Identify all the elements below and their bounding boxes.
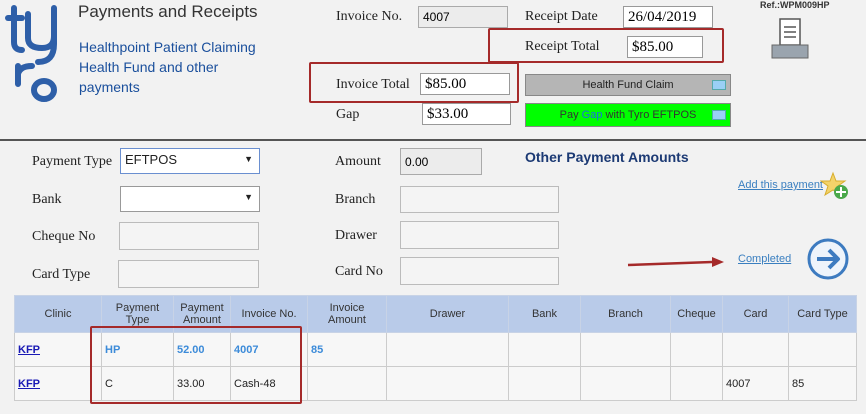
drawer-input[interactable] [400, 221, 559, 249]
section-divider [0, 139, 866, 141]
pay-gap-prefix: Pay [559, 109, 582, 121]
invoice-total-field[interactable]: $85.00 [420, 73, 510, 95]
receipt-total-label: Receipt Total [525, 39, 600, 54]
drawer-label: Drawer [335, 228, 377, 243]
receipt-total-field[interactable]: $85.00 [627, 36, 703, 58]
bank-select[interactable]: ▼ [120, 186, 260, 212]
table-rows-highlight [90, 326, 302, 404]
pay-gap-suffix: with Tyro EFTPOS [602, 109, 697, 121]
receipt-date-field[interactable]: 26/04/2019 [623, 6, 713, 28]
col-bank: Bank [508, 295, 581, 333]
cell-cheque [670, 366, 723, 401]
payment-type-label: Payment Type [32, 154, 113, 169]
health-fund-claim-button[interactable]: Health Fund Claim [525, 74, 731, 96]
amount-field[interactable]: 0.00 [400, 148, 482, 175]
cell-drawer [386, 332, 509, 367]
payment-type-select[interactable]: EFTPOS ▼ [120, 148, 260, 174]
pay-gap-highlight: Gap [581, 109, 603, 121]
payment-type-value: EFTPOS [125, 152, 178, 167]
cheque-no-input[interactable] [119, 222, 259, 250]
add-star-icon[interactable] [820, 171, 850, 201]
cell-drawer [386, 366, 509, 401]
cell-branch [580, 366, 671, 401]
card-no-input[interactable] [400, 257, 559, 285]
cell-card-type [788, 332, 857, 367]
cell-invoice-amount [307, 366, 387, 401]
cell-branch [580, 332, 671, 367]
chevron-down-icon: ▼ [244, 192, 253, 202]
gap-field[interactable]: $33.00 [422, 103, 511, 125]
cell-bank [508, 332, 581, 367]
page-title: Payments and Receipts [78, 2, 258, 21]
receipt-date-label: Receipt Date [525, 9, 598, 24]
add-payment-link[interactable]: Add this payment [738, 179, 823, 191]
col-invoice-amount: Invoice Amount [307, 295, 387, 333]
col-card: Card [722, 295, 789, 333]
subtitle-line-1: Healthpoint Patient Claiming [79, 39, 256, 55]
invoice-no-field[interactable]: 4007 [418, 6, 508, 28]
card-type-label: Card Type [32, 267, 91, 282]
cell-cheque [670, 332, 723, 367]
gap-label: Gap [336, 107, 360, 122]
subtitle-line-3: payments [79, 79, 140, 95]
branch-label: Branch [335, 192, 376, 207]
other-payments-heading: Other Payment Amounts [525, 149, 689, 165]
card-type-input[interactable] [118, 260, 259, 288]
col-branch: Branch [580, 295, 671, 333]
red-arrow-annotation [627, 257, 724, 267]
card-no-label: Card No [335, 264, 383, 279]
col-clinic: Clinic [14, 295, 102, 333]
receipt-printer-icon[interactable] [770, 18, 810, 60]
branch-input[interactable] [400, 186, 559, 213]
invoice-no-label: Invoice No. [336, 9, 403, 24]
cell-invoice-amount: 85 [307, 332, 387, 367]
amount-label: Amount [335, 154, 381, 169]
col-card-type: Card Type [788, 295, 857, 333]
bank-label: Bank [32, 192, 62, 207]
cell-card-type: 85 [788, 366, 857, 401]
next-arrow-icon[interactable] [806, 237, 850, 281]
cell-card: 4007 [722, 366, 789, 401]
cheque-no-label: Cheque No [32, 229, 96, 244]
card-icon [712, 80, 726, 90]
cell-card [722, 332, 789, 367]
invoice-total-label: Invoice Total [336, 77, 410, 92]
card-icon [712, 110, 726, 120]
pay-gap-tyro-button[interactable]: Pay Gap with Tyro EFTPOS [525, 103, 731, 127]
clinic-link[interactable]: KFP [14, 332, 102, 367]
ref-code: Ref.:WPM009HP [760, 0, 830, 10]
col-cheque: Cheque [670, 295, 723, 333]
col-drawer: Drawer [386, 295, 509, 333]
completed-link[interactable]: Completed [738, 253, 791, 265]
cell-bank [508, 366, 581, 401]
tyro-logo [5, 5, 57, 102]
clinic-link[interactable]: KFP [14, 366, 102, 401]
health-fund-claim-label: Health Fund Claim [582, 79, 674, 91]
subtitle-line-2: Health Fund and other [79, 59, 219, 75]
chevron-down-icon: ▼ [244, 154, 253, 164]
